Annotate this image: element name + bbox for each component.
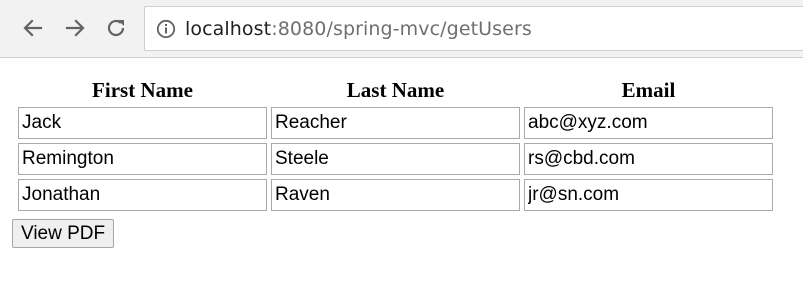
url-host: localhost xyxy=(185,18,272,40)
address-bar[interactable]: localhost:8080/spring-mvc/getUsers xyxy=(144,6,803,51)
url-path: :8080/spring-mvc/getUsers xyxy=(271,18,532,40)
browser-toolbar: localhost:8080/spring-mvc/getUsers xyxy=(0,0,803,58)
email-input[interactable] xyxy=(524,179,773,211)
reload-button[interactable] xyxy=(102,14,130,42)
view-pdf-button[interactable]: View PDF xyxy=(12,219,115,248)
column-header-email: Email xyxy=(621,77,676,102)
last-name-input[interactable] xyxy=(271,143,520,175)
arrow-left-icon xyxy=(23,19,43,37)
column-header-last-name: Last Name xyxy=(346,77,445,102)
table-row xyxy=(18,107,773,139)
arrow-right-icon xyxy=(65,19,85,37)
last-name-input[interactable] xyxy=(271,107,520,139)
email-input[interactable] xyxy=(524,107,773,139)
back-button[interactable] xyxy=(19,14,47,42)
first-name-input[interactable] xyxy=(18,143,267,175)
info-circle-icon[interactable] xyxy=(156,19,176,39)
first-name-input[interactable] xyxy=(18,179,267,211)
page-content: First Name Last Name Email View P xyxy=(0,58,803,282)
url-text[interactable]: localhost:8080/spring-mvc/getUsers xyxy=(185,17,532,41)
last-name-input[interactable] xyxy=(271,179,520,211)
table-header-row: First Name Last Name Email xyxy=(18,77,773,103)
table-row xyxy=(18,143,773,175)
table-row xyxy=(18,179,773,211)
column-header-first-name: First Name xyxy=(92,77,193,102)
forward-button[interactable] xyxy=(61,14,89,42)
email-input[interactable] xyxy=(524,143,773,175)
first-name-input[interactable] xyxy=(18,107,267,139)
reload-icon xyxy=(107,19,125,37)
users-table: First Name Last Name Email xyxy=(14,73,777,215)
